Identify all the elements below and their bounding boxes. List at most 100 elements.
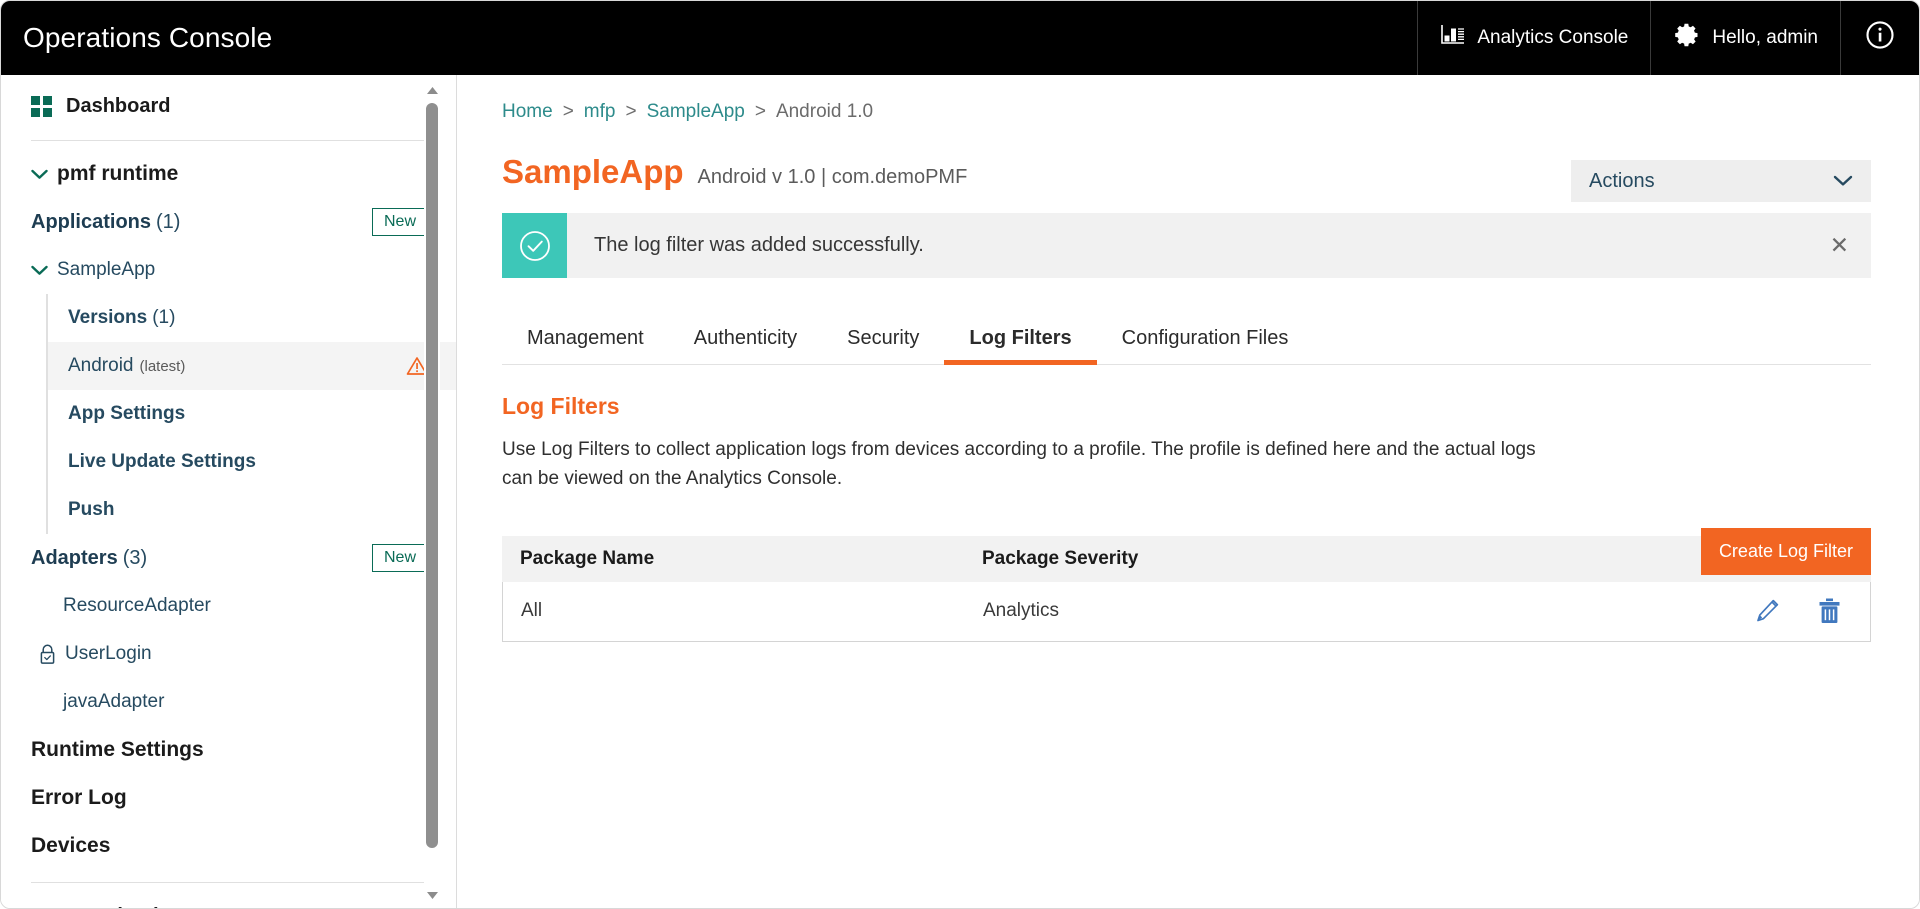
delete-trash-icon[interactable] [1817, 597, 1842, 625]
left-sidebar: Dashboard pmf runtime Applications (1) N… [1, 75, 457, 909]
tab-bar: Management Authenticity Security Log Fil… [502, 311, 1871, 365]
sidebar-section-applications[interactable]: Applications (1) New [1, 198, 456, 246]
success-banner: The log filter was added successfully. ✕ [502, 213, 1871, 278]
breadcrumb-sampleapp[interactable]: SampleApp [647, 101, 745, 123]
breadcrumb-separator: > [625, 101, 636, 123]
sidebar-item-live-update-settings[interactable]: Live Update Settings [48, 438, 456, 486]
sidebar-item-resourceadapter-label: ResourceAdapter [63, 595, 211, 617]
breadcrumb-home[interactable]: Home [502, 101, 553, 123]
close-icon[interactable]: ✕ [1830, 213, 1871, 278]
tab-log-filters[interactable]: Log Filters [944, 327, 1096, 364]
page-subtitle: Android v 1.0 | com.demoPMF [698, 166, 968, 189]
versions-count: (1) [152, 307, 175, 329]
edit-pencil-icon[interactable] [1753, 597, 1781, 625]
chevron-down-icon [1833, 175, 1853, 187]
row-action-buttons [1690, 597, 1870, 625]
actions-dropdown[interactable]: Actions [1571, 160, 1871, 202]
sidebar-item-live-update-label: Live Update Settings [68, 451, 256, 473]
sidebar-scrollbar[interactable] [424, 75, 440, 909]
log-filters-table: Package Name Package Severity Actions Al… [502, 536, 1871, 642]
sidebar-item-javaadapter-label: javaAdapter [63, 691, 164, 713]
info-button[interactable] [1840, 1, 1919, 75]
user-label: Hello, admin [1712, 27, 1818, 49]
applications-count: (1) [156, 211, 180, 234]
sidebar-item-runtime-settings[interactable]: Runtime Settings [1, 726, 456, 774]
sidebar-divider-top [31, 140, 428, 141]
sidebar-item-download-center-label: Download Center [63, 905, 227, 909]
sidebar-item-pmf-runtime-label: pmf runtime [57, 162, 178, 186]
create-log-filter-button[interactable]: Create Log Filter [1701, 528, 1871, 575]
table-header-row: Package Name Package Severity Actions [502, 536, 1871, 582]
column-header-package-severity: Package Severity [982, 548, 1691, 570]
user-menu[interactable]: Hello, admin [1650, 1, 1840, 75]
new-application-button[interactable]: New [372, 208, 428, 236]
sidebar-divider-bottom [31, 882, 428, 883]
sidebar-item-dashboard-label: Dashboard [66, 95, 170, 118]
sidebar-section-adapters[interactable]: Adapters (3) New [1, 534, 456, 582]
app-brand-title: Operations Console [1, 1, 272, 75]
breadcrumb-separator: > [563, 101, 574, 123]
info-icon [1865, 20, 1895, 56]
sidebar-item-versions[interactable]: Versions (1) [48, 294, 456, 342]
cell-package-severity: Analytics [983, 600, 1690, 622]
android-latest-tag: (latest) [140, 358, 186, 375]
breadcrumb-mfp[interactable]: mfp [584, 101, 616, 123]
sidebar-item-devices[interactable]: Devices [1, 822, 456, 870]
sidebar-item-pmf-runtime[interactable]: pmf runtime [1, 150, 456, 198]
operations-console-window: Operations Console Analytics Co [0, 0, 1920, 909]
chevron-down-icon [31, 169, 53, 180]
sidebar-item-devices-label: Devices [31, 834, 110, 858]
tab-authenticity[interactable]: Authenticity [669, 327, 822, 364]
tab-management[interactable]: Management [502, 327, 669, 364]
scroll-down-arrow-icon[interactable] [424, 887, 440, 903]
sidebar-item-dashboard[interactable]: Dashboard [1, 79, 456, 133]
header-spacer [272, 1, 1417, 75]
scroll-up-arrow-icon[interactable] [424, 82, 440, 98]
chevron-down-icon [31, 265, 53, 276]
sidebar-item-push-label: Push [68, 499, 114, 521]
sidebar-item-userlogin[interactable]: UserLogin [1, 630, 456, 678]
sidebar-item-error-log[interactable]: Error Log [1, 774, 456, 822]
versions-label: Versions [68, 307, 147, 329]
sidebar-item-app-settings[interactable]: App Settings [48, 390, 456, 438]
sidebar-item-resourceadapter[interactable]: ResourceAdapter [1, 582, 456, 630]
sidebar-item-android[interactable]: Android (latest) [48, 342, 456, 390]
breadcrumb: Home > mfp > SampleApp > Android 1.0 [457, 75, 1919, 123]
gear-icon [1673, 21, 1701, 55]
adapters-label: Adapters [31, 547, 118, 570]
success-banner-message: The log filter was added successfully. [567, 213, 924, 278]
actions-dropdown-label: Actions [1589, 170, 1655, 193]
sidebar-item-sampleapp[interactable]: SampleApp [1, 246, 456, 294]
sidebar-item-app-settings-label: App Settings [68, 403, 185, 425]
tab-configuration-files[interactable]: Configuration Files [1097, 327, 1314, 364]
page-title: SampleApp [502, 153, 684, 191]
sidebar-item-javaadapter[interactable]: javaAdapter [1, 678, 456, 726]
section-description: Use Log Filters to collect application l… [457, 420, 1557, 494]
sampleapp-children: Versions (1) Android (latest) [46, 294, 456, 534]
sidebar-item-userlogin-label: UserLogin [65, 643, 152, 665]
main-content-area: Home > mfp > SampleApp > Android 1.0 Act… [457, 75, 1919, 909]
tab-security[interactable]: Security [822, 327, 944, 364]
success-check-icon [502, 213, 567, 278]
top-header-bar: Operations Console Analytics Co [1, 1, 1919, 75]
sidebar-item-runtime-settings-label: Runtime Settings [31, 738, 204, 762]
dashboard-grid-icon [31, 96, 52, 117]
scrollbar-thumb[interactable] [426, 103, 438, 848]
new-adapter-button[interactable]: New [372, 544, 428, 572]
section-title: Log Filters [457, 365, 1919, 420]
sidebar-item-sampleapp-label: SampleApp [57, 259, 155, 281]
sidebar-item-error-log-label: Error Log [31, 786, 127, 810]
table-row: All Analytics [502, 582, 1871, 642]
sidebar-item-download-center[interactable]: Download Center [1, 892, 456, 909]
breadcrumb-current: Android 1.0 [776, 101, 873, 123]
lock-icon [39, 644, 56, 665]
download-icon [31, 906, 51, 909]
bar-chart-icon [1440, 23, 1466, 53]
sidebar-item-push[interactable]: Push [48, 486, 456, 534]
analytics-console-link[interactable]: Analytics Console [1417, 1, 1650, 75]
breadcrumb-separator: > [755, 101, 766, 123]
analytics-console-label: Analytics Console [1477, 27, 1628, 49]
applications-label: Applications [31, 211, 151, 234]
adapters-count: (3) [123, 547, 147, 570]
body-container: Dashboard pmf runtime Applications (1) N… [1, 75, 1919, 909]
